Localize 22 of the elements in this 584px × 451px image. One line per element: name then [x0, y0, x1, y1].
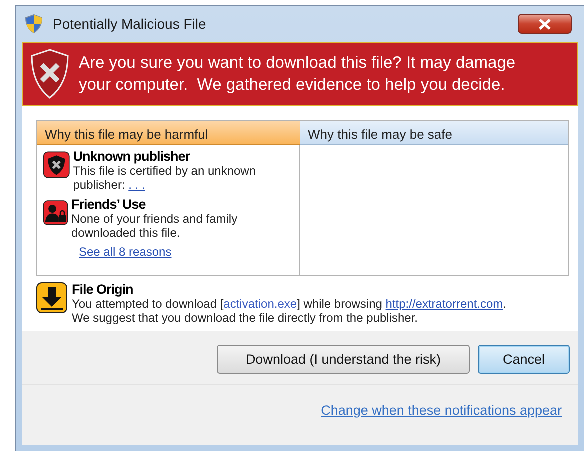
origin-title: File Origin	[72, 282, 134, 297]
tab[interactable]: Why this file may be safe	[300, 121, 568, 145]
origin-text: You attempted to download [activation.exe] while browsing http://extratorrent.com. We suggest that you download the file directly from the publisher.	[72, 297, 507, 325]
close-icon	[538, 18, 552, 30]
warning-message: Are you sure you want to download this file? It may damage your computer. We gathered evidence to help you decide.	[79, 53, 517, 96]
close-button[interactable]	[518, 14, 572, 34]
download-button[interactable]: Download (I understand the risk)	[217, 345, 470, 374]
site-link[interactable]: http://extratorrent.com	[386, 297, 504, 311]
download-icon	[36, 282, 68, 314]
settings-link[interactable]: Change when these notifications appear	[321, 403, 562, 418]
shield-icon	[43, 149, 70, 181]
shield-icon	[31, 49, 69, 99]
publisher-link[interactable]: . . .	[128, 178, 146, 192]
tab[interactable]: Why this file may be harmful	[37, 121, 300, 145]
reason-text: This file is certified by an unknown publisher: . . .	[73, 164, 258, 192]
reason-title: Unknown publisher	[73, 149, 192, 164]
reason-title: Friends’ Use	[71, 197, 147, 212]
shield-icon	[25, 14, 43, 34]
reason-text: None of your friends and family downloaded this file.	[71, 212, 239, 240]
window-title: Potentially Malicious File	[53, 16, 208, 32]
see-all-link[interactable]: See all 8 reasons	[79, 245, 293, 259]
cancel-button[interactable]: Cancel	[478, 345, 570, 374]
